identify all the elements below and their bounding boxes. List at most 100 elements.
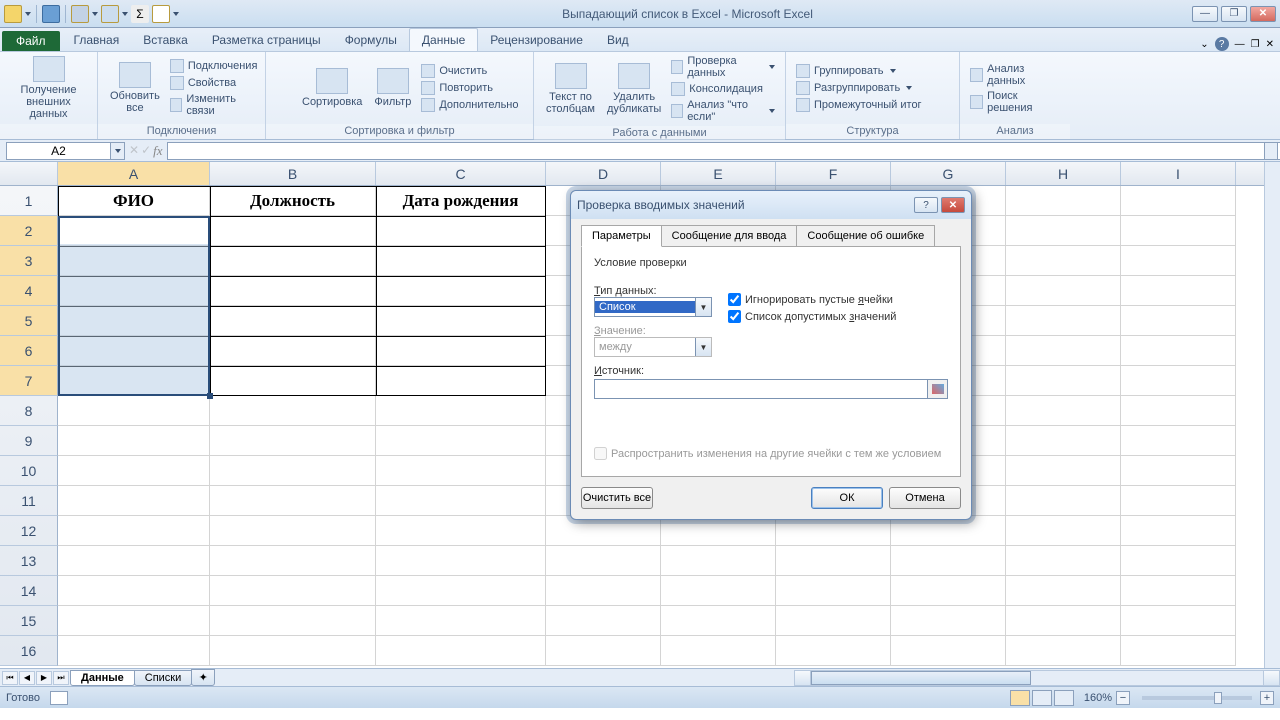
row-header[interactable]: 5 <box>0 306 58 336</box>
get-external-data-button[interactable]: Получение внешних данных <box>6 54 91 122</box>
in-cell-dropdown-checkbox[interactable]: Список допустимых значений <box>728 310 896 323</box>
zoom-out-button[interactable]: − <box>1116 691 1130 705</box>
dialog-tab-input-message[interactable]: Сообщение для ввода <box>661 225 798 247</box>
expand-formula-bar[interactable] <box>1264 142 1278 160</box>
name-box[interactable]: A2 <box>6 142 111 160</box>
filter-button[interactable]: Фильтр <box>368 66 417 110</box>
column-header[interactable]: A <box>58 162 210 185</box>
sort-button[interactable]: Сортировка <box>296 66 368 110</box>
tab-review[interactable]: Рецензирование <box>478 29 595 51</box>
tab-insert[interactable]: Вставка <box>131 29 200 51</box>
doc-restore-icon[interactable]: ❐ <box>1251 39 1260 50</box>
row-header[interactable]: 1 <box>0 186 58 216</box>
column-header[interactable]: G <box>891 162 1006 185</box>
row-header[interactable]: 12 <box>0 516 58 546</box>
ignore-blank-checkbox[interactable]: Игнорировать пустые ячейки <box>728 293 896 306</box>
doc-minimize-icon[interactable]: — <box>1235 39 1245 50</box>
next-sheet-button[interactable]: ▶ <box>36 671 52 685</box>
tab-home[interactable]: Главная <box>62 29 132 51</box>
row-header[interactable]: 8 <box>0 396 58 426</box>
cancel-button[interactable]: Отмена <box>889 487 961 509</box>
zoom-label[interactable]: 160% <box>1084 692 1112 704</box>
doc-close-icon[interactable]: ✕ <box>1266 39 1274 50</box>
first-sheet-button[interactable]: ⏮ <box>2 671 18 685</box>
column-header[interactable]: B <box>210 162 376 185</box>
qat-customize-drop[interactable] <box>173 12 179 16</box>
tab-data[interactable]: Данные <box>409 28 478 51</box>
sort-asc-icon[interactable] <box>272 64 292 88</box>
what-if-button[interactable]: Анализ "что если" <box>667 98 779 124</box>
row-header[interactable]: 7 <box>0 366 58 396</box>
row-header[interactable]: 6 <box>0 336 58 366</box>
excel-icon[interactable] <box>4 5 22 23</box>
data-validation-button[interactable]: Проверка данных <box>667 54 779 80</box>
row-header[interactable]: 9 <box>0 426 58 456</box>
ok-button[interactable]: ОК <box>811 487 883 509</box>
row-header[interactable]: 14 <box>0 576 58 606</box>
consolidate-button[interactable]: Консолидация <box>667 81 779 97</box>
row-header[interactable]: 10 <box>0 456 58 486</box>
column-header[interactable]: E <box>661 162 776 185</box>
maximize-button[interactable]: ❐ <box>1221 6 1247 22</box>
tab-formulas[interactable]: Формулы <box>333 29 409 51</box>
name-box-drop[interactable] <box>111 142 125 160</box>
zoom-in-button[interactable]: + <box>1260 691 1274 705</box>
page-break-view-button[interactable] <box>1054 690 1074 706</box>
normal-view-button[interactable] <box>1010 690 1030 706</box>
group-button[interactable]: Группировать <box>792 63 926 79</box>
macro-record-icon[interactable] <box>50 691 68 705</box>
column-header[interactable]: D <box>546 162 661 185</box>
tab-file[interactable]: Файл <box>2 31 60 51</box>
subtotal-button[interactable]: Промежуточный итог <box>792 97 926 113</box>
tab-page-layout[interactable]: Разметка страницы <box>200 29 333 51</box>
new-icon[interactable] <box>152 5 170 23</box>
row-header[interactable]: 13 <box>0 546 58 576</box>
show-detail-icon[interactable] <box>930 74 944 88</box>
edit-links-button[interactable]: Изменить связи <box>166 92 262 118</box>
dialog-tab-parameters[interactable]: Параметры <box>581 225 662 247</box>
save-icon[interactable] <box>42 5 60 23</box>
open-icon[interactable] <box>71 5 89 23</box>
row-header[interactable]: 3 <box>0 246 58 276</box>
tab-view[interactable]: Вид <box>595 29 641 51</box>
minimize-ribbon-icon[interactable]: ⌄ <box>1200 39 1208 50</box>
column-header[interactable]: F <box>776 162 891 185</box>
help-icon[interactable]: ? <box>1215 37 1229 51</box>
clear-filter-button[interactable]: Очистить <box>417 63 522 79</box>
zoom-slider[interactable] <box>1142 696 1252 700</box>
formula-input[interactable] <box>167 142 1280 160</box>
range-picker-button[interactable] <box>928 379 948 399</box>
reapply-button[interactable]: Повторить <box>417 80 522 96</box>
row-header[interactable]: 11 <box>0 486 58 516</box>
dialog-titlebar[interactable]: Проверка вводимых значений ? ✕ <box>571 191 971 219</box>
close-button[interactable]: ✕ <box>1250 6 1276 22</box>
dialog-tab-error-alert[interactable]: Сообщение об ошибке <box>796 225 935 247</box>
new-sheet-button[interactable]: ✦ <box>191 669 215 686</box>
connections-button[interactable]: Подключения <box>166 58 262 74</box>
undo-icon[interactable] <box>101 5 119 23</box>
sheet-tab-lists[interactable]: Списки <box>134 670 193 686</box>
last-sheet-button[interactable]: ⏭ <box>53 671 69 685</box>
text-to-columns-button[interactable]: Текст по столбцам <box>540 61 601 117</box>
prev-sheet-button[interactable]: ◀ <box>19 671 35 685</box>
dialog-help-button[interactable]: ? <box>914 197 938 213</box>
remove-duplicates-button[interactable]: Удалить дубликаты <box>601 61 667 117</box>
row-header[interactable]: 15 <box>0 606 58 636</box>
refresh-all-button[interactable]: Обновить все <box>104 60 166 116</box>
horizontal-scrollbar[interactable] <box>794 670 1280 686</box>
column-header[interactable]: I <box>1121 162 1236 185</box>
row-header[interactable]: 4 <box>0 276 58 306</box>
row-header[interactable]: 2 <box>0 216 58 246</box>
clear-all-button[interactable]: Очистить все <box>581 487 653 509</box>
ungroup-button[interactable]: Разгруппировать <box>792 80 926 96</box>
dialog-close-button[interactable]: ✕ <box>941 197 965 213</box>
source-input[interactable] <box>594 379 928 399</box>
column-header[interactable]: C <box>376 162 546 185</box>
data-analysis-button[interactable]: Анализ данных <box>966 62 1064 88</box>
hide-detail-icon[interactable] <box>930 89 944 103</box>
fx-icon[interactable]: fx <box>153 143 162 159</box>
solver-button[interactable]: Поиск решения <box>966 89 1064 115</box>
properties-button[interactable]: Свойства <box>166 75 262 91</box>
column-header[interactable]: H <box>1006 162 1121 185</box>
sheet-tab-data[interactable]: Данные <box>70 670 135 686</box>
